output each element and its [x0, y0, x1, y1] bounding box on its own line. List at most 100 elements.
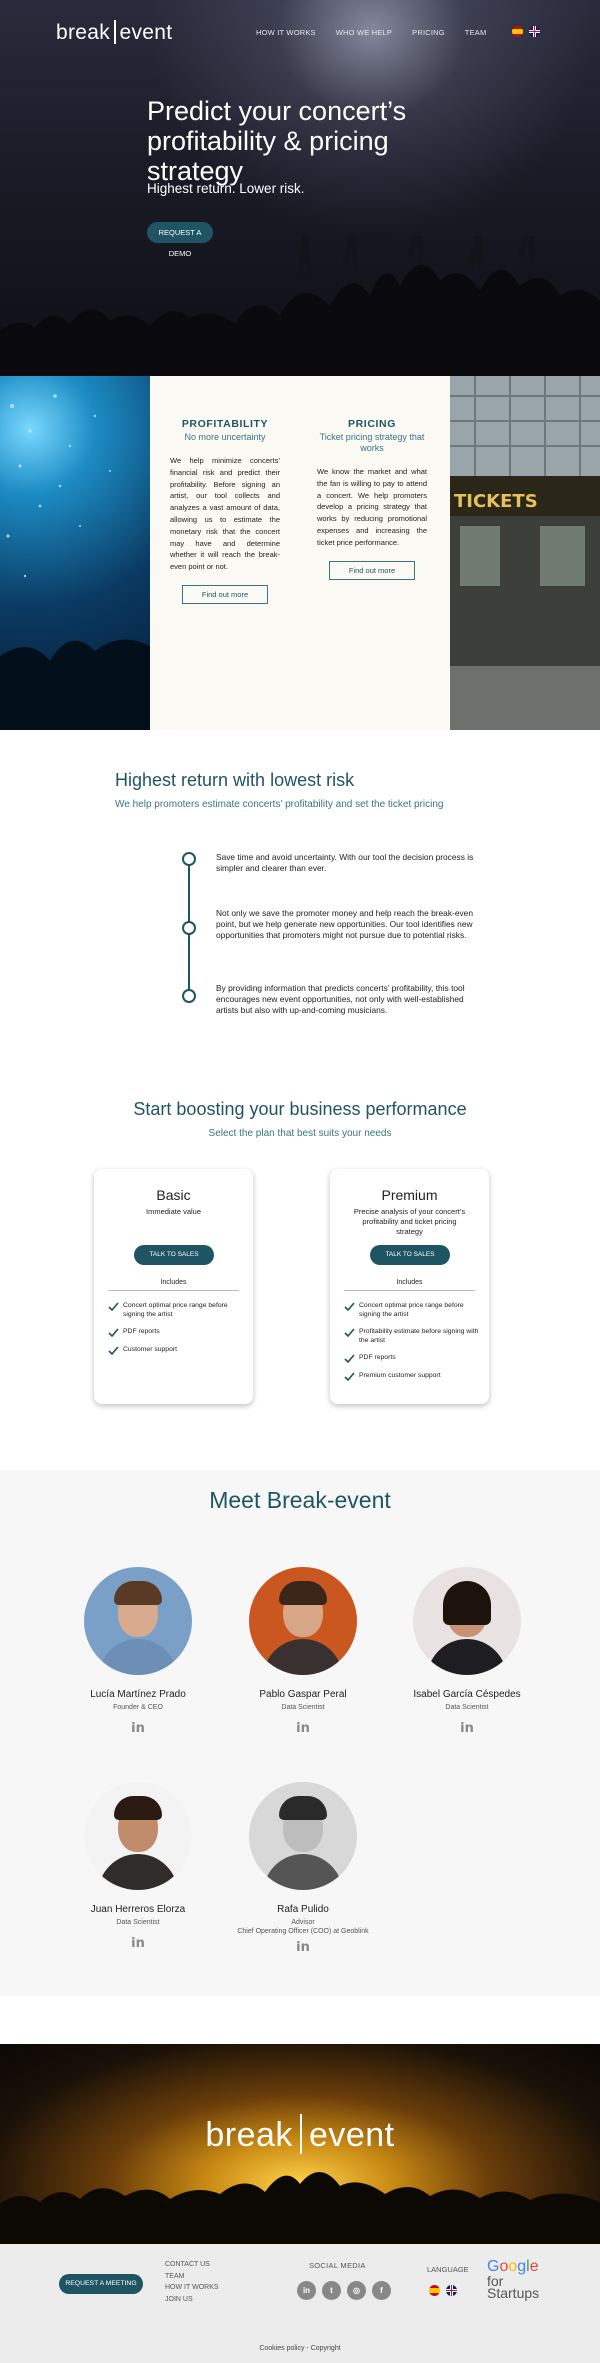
plan-name: Premium — [381, 1187, 438, 1203]
team-member: Lucía Martínez Prado Founder & CEO in — [58, 1567, 218, 1736]
footer-link-contact-us[interactable]: CONTACT US — [165, 2261, 219, 2268]
pricing-find-out-more-button[interactable]: Find out more — [329, 560, 415, 580]
talk-to-sales-button[interactable]: TALK TO SALES — [370, 1245, 450, 1265]
copyright[interactable]: Cookies policy - Copyright — [0, 2345, 600, 2352]
team-title: Meet Break-event — [209, 1487, 391, 1513]
linkedin-icon[interactable]: in — [460, 1722, 474, 1736]
plan-feature: Concert optimal price range before signi… — [108, 1302, 244, 1319]
linkedin-icon[interactable]: in — [296, 1941, 310, 1955]
team-member: Juan Herreros Elorza Data Scientist in — [58, 1782, 218, 1951]
nav-links: HOW IT WORKS WHO WE HELP PRICING TEAM — [256, 28, 506, 37]
member-role: Advisor — [291, 1919, 315, 1926]
check-icon — [344, 1372, 355, 1381]
member-name: Lucía Martínez Prado — [90, 1689, 186, 1700]
spain-flag-icon[interactable] — [512, 26, 523, 37]
profitability-subtitle: No more uncertainty — [184, 432, 266, 442]
avatar — [84, 1782, 192, 1890]
social-icons: in t ◎ f — [297, 2281, 391, 2300]
plan-features: Concert optimal price range before signi… — [344, 1302, 480, 1390]
profitability-find-out-more-button[interactable]: Find out more — [182, 584, 268, 604]
pricing-title: PRICING — [348, 418, 396, 430]
plan-feature: Customer support — [108, 1346, 244, 1355]
plan-description: Immediate value — [145, 1207, 202, 1216]
timeline-item: Not only we save the promoter money and … — [216, 908, 473, 940]
team-member: Pablo Gaspar Peral Data Scientist in — [223, 1567, 383, 1736]
language-title: LANGUAGE — [427, 2265, 469, 2274]
check-icon — [344, 1354, 355, 1363]
request-meeting-button[interactable]: REQUEST A MEETING — [59, 2274, 143, 2294]
plan-features: Concert optimal price range before signi… — [108, 1302, 244, 1364]
member-name: Isabel García Céspedes — [413, 1689, 521, 1700]
linkedin-icon[interactable]: in — [131, 1722, 145, 1736]
banner-crowd-silhouette — [0, 2171, 600, 2244]
pricing-section-title: Start boosting your business performance — [133, 1099, 467, 1119]
logo-bar — [114, 20, 116, 44]
top-nav: break event HOW IT WORKS WHO WE HELP PRIC… — [0, 20, 600, 46]
pricing-column: PRICING Ticket pricing strategy that wor… — [317, 418, 427, 580]
linkedin-icon[interactable]: in — [297, 2281, 316, 2300]
features-section: PROFITABILITY No more uncertainty We hel… — [0, 376, 600, 730]
footer-language-flags — [429, 2285, 457, 2296]
risk-title: Highest return with lowest risk — [115, 770, 355, 790]
timeline-node — [182, 921, 196, 935]
banner-logo-bar — [299, 2114, 302, 2154]
plan-feature: Concert optimal price range before signi… — [344, 1302, 480, 1319]
linkedin-icon[interactable]: in — [131, 1937, 145, 1951]
pricing-section-subtitle: Select the plan that best suits your nee… — [208, 1128, 392, 1139]
member-name: Pablo Gaspar Peral — [259, 1689, 347, 1700]
member-role: Data Scientist — [281, 1704, 325, 1711]
plan-feature: Profitability estimate before signing wi… — [344, 1328, 480, 1345]
check-icon — [108, 1328, 119, 1337]
instagram-icon[interactable]: ◎ — [347, 2281, 366, 2300]
footer-link-join-us[interactable]: JOIN US — [165, 2296, 219, 2303]
includes-label: Includes — [396, 1279, 423, 1286]
banner-logo: break event — [0, 2114, 600, 2155]
spain-flag-icon[interactable] — [429, 2285, 440, 2296]
facebook-icon[interactable]: f — [372, 2281, 391, 2300]
pricing-body: We know the market and what the fan is w… — [317, 467, 427, 547]
twitter-icon[interactable]: t — [322, 2281, 341, 2300]
pricing-section: Start boosting your business performance… — [0, 1090, 600, 1470]
timeline-node — [182, 989, 196, 1003]
member-name: Juan Herreros Elorza — [90, 1904, 186, 1915]
member-role: Data Scientist — [445, 1704, 489, 1711]
footer-link-how-it-works[interactable]: HOW IT WORKS — [165, 2284, 219, 2291]
profitability-column: PROFITABILITY No more uncertainty We hel… — [170, 418, 280, 604]
ticket-office-image: TICKETS — [450, 376, 600, 730]
uk-flag-icon[interactable] — [446, 2285, 457, 2296]
linkedin-icon[interactable]: in — [296, 1722, 310, 1736]
member-name: Rafa Pulido — [277, 1904, 329, 1915]
check-icon — [344, 1302, 355, 1311]
uk-flag-icon[interactable] — [529, 26, 540, 37]
concert-lights-image — [0, 376, 150, 730]
nav-link-team[interactable]: TEAM — [465, 28, 487, 37]
hero-section: break event HOW IT WORKS WHO WE HELP PRIC… — [0, 0, 600, 376]
risk-section: Highest return with lowest risk We help … — [0, 730, 600, 1090]
request-demo-button[interactable]: REQUEST A DEMO — [147, 222, 213, 258]
hero-subtitle: Highest return. Lower risk. — [147, 181, 305, 196]
profitability-title: PROFITABILITY — [181, 418, 269, 430]
avatar — [249, 1782, 357, 1890]
member-role: Data Scientist — [116, 1919, 160, 1926]
google-for-startups-logo: Google for Startups — [487, 2259, 539, 2301]
nav-link-who-we-help[interactable]: WHO WE HELP — [336, 28, 392, 37]
social-media-title: SOCIAL MEDIA — [309, 2261, 366, 2270]
avatar — [249, 1567, 357, 1675]
footer-bottom-bar: Cookies policy - Copyright — [0, 2339, 600, 2363]
logo[interactable]: break event — [56, 20, 172, 45]
plan-name: Basic — [156, 1187, 191, 1203]
plan-feature: Premium customer support — [344, 1372, 480, 1381]
footer-link-team[interactable]: TEAM — [165, 2273, 219, 2280]
nav-link-pricing[interactable]: PRICING — [412, 28, 445, 37]
timeline-node — [182, 852, 196, 866]
banner-logo-left: break — [205, 2116, 293, 2154]
logo-left: break — [56, 21, 111, 44]
nav-link-how-it-works[interactable]: HOW IT WORKS — [256, 28, 316, 37]
divider — [344, 1290, 475, 1291]
team-member: Isabel García Céspedes Data Scientist in — [387, 1567, 547, 1736]
talk-to-sales-button[interactable]: TALK TO SALES — [134, 1245, 214, 1265]
footer-links: CONTACT US TEAM HOW IT WORKS JOIN US — [165, 2261, 219, 2307]
avatar — [84, 1567, 192, 1675]
member-role: Founder & CEO — [113, 1704, 163, 1711]
banner-logo-right: event — [308, 2116, 395, 2154]
